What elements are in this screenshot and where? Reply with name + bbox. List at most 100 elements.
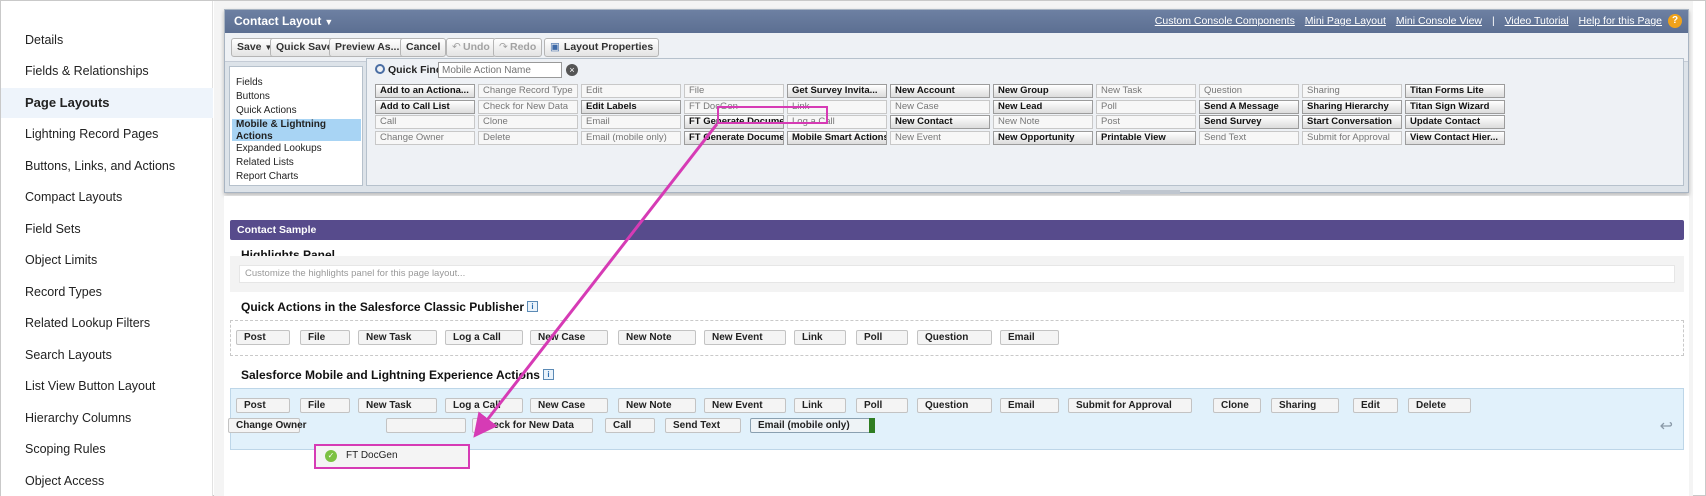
palette-action-item[interactable]: Titan Sign Wizard — [1405, 99, 1505, 114]
palette-action-item[interactable]: Sharing Hierarchy — [1302, 99, 1402, 114]
classic-action-button[interactable]: New Task — [358, 330, 437, 345]
palette-action-item[interactable]: Send Text — [1199, 130, 1299, 145]
palette-action-item[interactable]: New Event — [890, 130, 990, 145]
palette-action-item[interactable]: Start Conversation — [1302, 115, 1402, 129]
clear-search-icon[interactable]: × — [566, 64, 578, 76]
palette-action-item[interactable]: New Task — [1096, 84, 1196, 98]
mobile-action-button[interactable]: Question — [917, 398, 992, 413]
palette-action-item[interactable]: Post — [1096, 115, 1196, 129]
mobile-action-button[interactable]: Link — [794, 398, 846, 413]
palette-action-item[interactable]: New Account — [890, 84, 990, 98]
palette-action-item[interactable]: Get Survey Invita... — [787, 84, 887, 98]
classic-action-button[interactable]: Email — [1000, 330, 1059, 345]
palette-category[interactable]: Buttons — [232, 91, 361, 103]
quick-find-input[interactable] — [438, 62, 562, 78]
palette-action-item[interactable]: Sharing — [1302, 84, 1402, 98]
revert-arrow-icon[interactable]: ↩ — [1660, 416, 1673, 436]
mobile-action-button[interactable]: Poll — [856, 398, 908, 413]
palette-action-item[interactable]: New Case — [890, 99, 990, 114]
palette-action-item[interactable]: New Note — [993, 115, 1093, 129]
sidebar-item[interactable]: Fields & Relationships — [1, 56, 213, 86]
highlights-panel[interactable]: Customize the highlights panel for this … — [230, 256, 1684, 292]
video-tutorial-link[interactable]: Video Tutorial — [1505, 15, 1569, 27]
palette-action-item[interactable]: File — [684, 84, 784, 98]
sidebar-item[interactable]: Hierarchy Columns — [1, 403, 213, 433]
mobile-action-button[interactable]: New Case — [530, 398, 608, 413]
mobile-action-button[interactable]: New Note — [618, 398, 696, 413]
palette-action-item[interactable]: New Lead — [993, 99, 1093, 114]
palette-action-item[interactable]: Check for New Data — [478, 99, 578, 114]
sidebar-item[interactable]: Details — [1, 25, 213, 55]
classic-action-button[interactable]: Post — [236, 330, 290, 345]
palette-action-item[interactable]: Titan Forms Lite — [1405, 84, 1505, 98]
palette-action-item[interactable]: Change Owner — [375, 130, 475, 145]
palette-action-item[interactable]: Call — [375, 115, 475, 129]
palette-category[interactable]: Expanded Lookups — [232, 143, 361, 155]
palette-action-item[interactable]: Add to Call List — [375, 99, 475, 114]
mobile-action-button[interactable]: Delete — [1408, 398, 1471, 413]
mobile-action-button[interactable]: Post — [236, 398, 290, 413]
mobile-action-button[interactable]: Edit — [1353, 398, 1398, 413]
palette-action-item[interactable]: Change Record Type — [478, 84, 578, 98]
mobile-action-button[interactable]: File — [300, 398, 350, 413]
palette-category[interactable]: Fields — [232, 77, 361, 89]
layout-properties-button[interactable]: ▣ Layout Properties — [544, 38, 660, 57]
palette-action-item[interactable]: Edit Labels — [581, 99, 681, 114]
palette-action-item[interactable]: Question — [1199, 84, 1299, 98]
mobile-action-button[interactable]: Submit for Approval — [1068, 398, 1192, 413]
palette-action-item[interactable]: FT Generate Document — [684, 130, 784, 145]
undo-button[interactable]: ↶ Undo — [446, 38, 496, 57]
mobile-action-button[interactable]: Email — [1000, 398, 1059, 413]
classic-action-button[interactable]: Poll — [856, 330, 908, 345]
palette-action-item[interactable]: Clone — [478, 115, 578, 129]
palette-action-item[interactable]: Email — [581, 115, 681, 129]
sidebar-item[interactable]: Scoping Rules — [1, 434, 213, 464]
mobile-action-button[interactable]: Change Owner — [228, 418, 307, 433]
mobile-action-button[interactable]: Check for New Data — [472, 418, 593, 433]
classic-action-button[interactable]: Question — [917, 330, 992, 345]
sidebar-item[interactable]: Lightning Record Pages — [1, 119, 213, 149]
palette-action-item[interactable]: Delete — [478, 130, 578, 145]
info-icon[interactable]: i — [542, 369, 554, 380]
mobile-action-button[interactable]: Call — [605, 418, 655, 433]
palette-resize-handle[interactable] — [1120, 190, 1180, 194]
sidebar-item[interactable]: Object Limits — [1, 245, 213, 275]
mobile-action-button[interactable]: Send Text — [665, 418, 741, 433]
palette-action-item[interactable]: Add to an Actiona... — [375, 84, 475, 98]
sidebar-item[interactable]: Object Access — [1, 466, 213, 496]
sidebar-item[interactable]: Search Layouts — [1, 340, 213, 370]
dragged-action-ftdocgen[interactable]: ✓ FT DocGen — [314, 444, 470, 469]
palette-action-item[interactable]: Email (mobile only) — [581, 130, 681, 145]
palette-action-item[interactable]: Poll — [1096, 99, 1196, 114]
palette-action-item[interactable]: New Group — [993, 84, 1093, 98]
email-mobile-only-button[interactable]: Email (mobile only) — [750, 418, 875, 433]
palette-action-item[interactable]: New Contact — [890, 115, 990, 129]
mini-page-layout-link[interactable]: Mini Page Layout — [1305, 15, 1386, 27]
palette-action-item[interactable]: Send Survey — [1199, 115, 1299, 129]
palette-category[interactable]: Report Charts — [232, 171, 361, 183]
palette-action-item[interactable]: Update Contact — [1405, 115, 1505, 129]
palette-action-item[interactable]: New Opportunity — [993, 130, 1093, 145]
classic-action-button[interactable]: New Note — [618, 330, 696, 345]
cancel-button[interactable]: Cancel — [400, 38, 447, 57]
sidebar-item[interactable]: Related Lookup Filters — [1, 308, 213, 338]
mobile-action-button[interactable]: Sharing — [1271, 398, 1339, 413]
sidebar-item[interactable]: List View Button Layout — [1, 371, 213, 401]
palette-action-item[interactable]: View Contact Hier... — [1405, 130, 1505, 145]
classic-actions-dropzone[interactable]: Post File New Task Log a Call New Case New No… — [230, 320, 1684, 356]
classic-action-button[interactable]: New Case — [530, 330, 608, 345]
sidebar-item[interactable]: Record Types — [1, 277, 213, 307]
classic-action-button[interactable]: File — [300, 330, 350, 345]
mobile-action-button[interactable]: Log a Call — [445, 398, 523, 413]
palette-action-item[interactable]: Mobile Smart Actions — [787, 130, 887, 145]
palette-action-item[interactable]: Printable View — [1096, 130, 1196, 145]
sidebar-item[interactable]: Compact Layouts — [1, 182, 213, 212]
redo-button[interactable]: ↷ Redo — [493, 38, 543, 57]
mobile-action-button[interactable]: Clone — [1213, 398, 1261, 413]
palette-action-item[interactable]: Submit for Approval — [1302, 130, 1402, 145]
sidebar-item[interactable]: Buttons, Links, and Actions — [1, 151, 213, 181]
classic-action-button[interactable]: Log a Call — [445, 330, 523, 345]
palette-action-item[interactable]: Send A Message — [1199, 99, 1299, 114]
layout-title-dropdown[interactable]: Contact Layout ▼ — [234, 14, 333, 28]
mobile-action-button[interactable] — [386, 418, 466, 433]
